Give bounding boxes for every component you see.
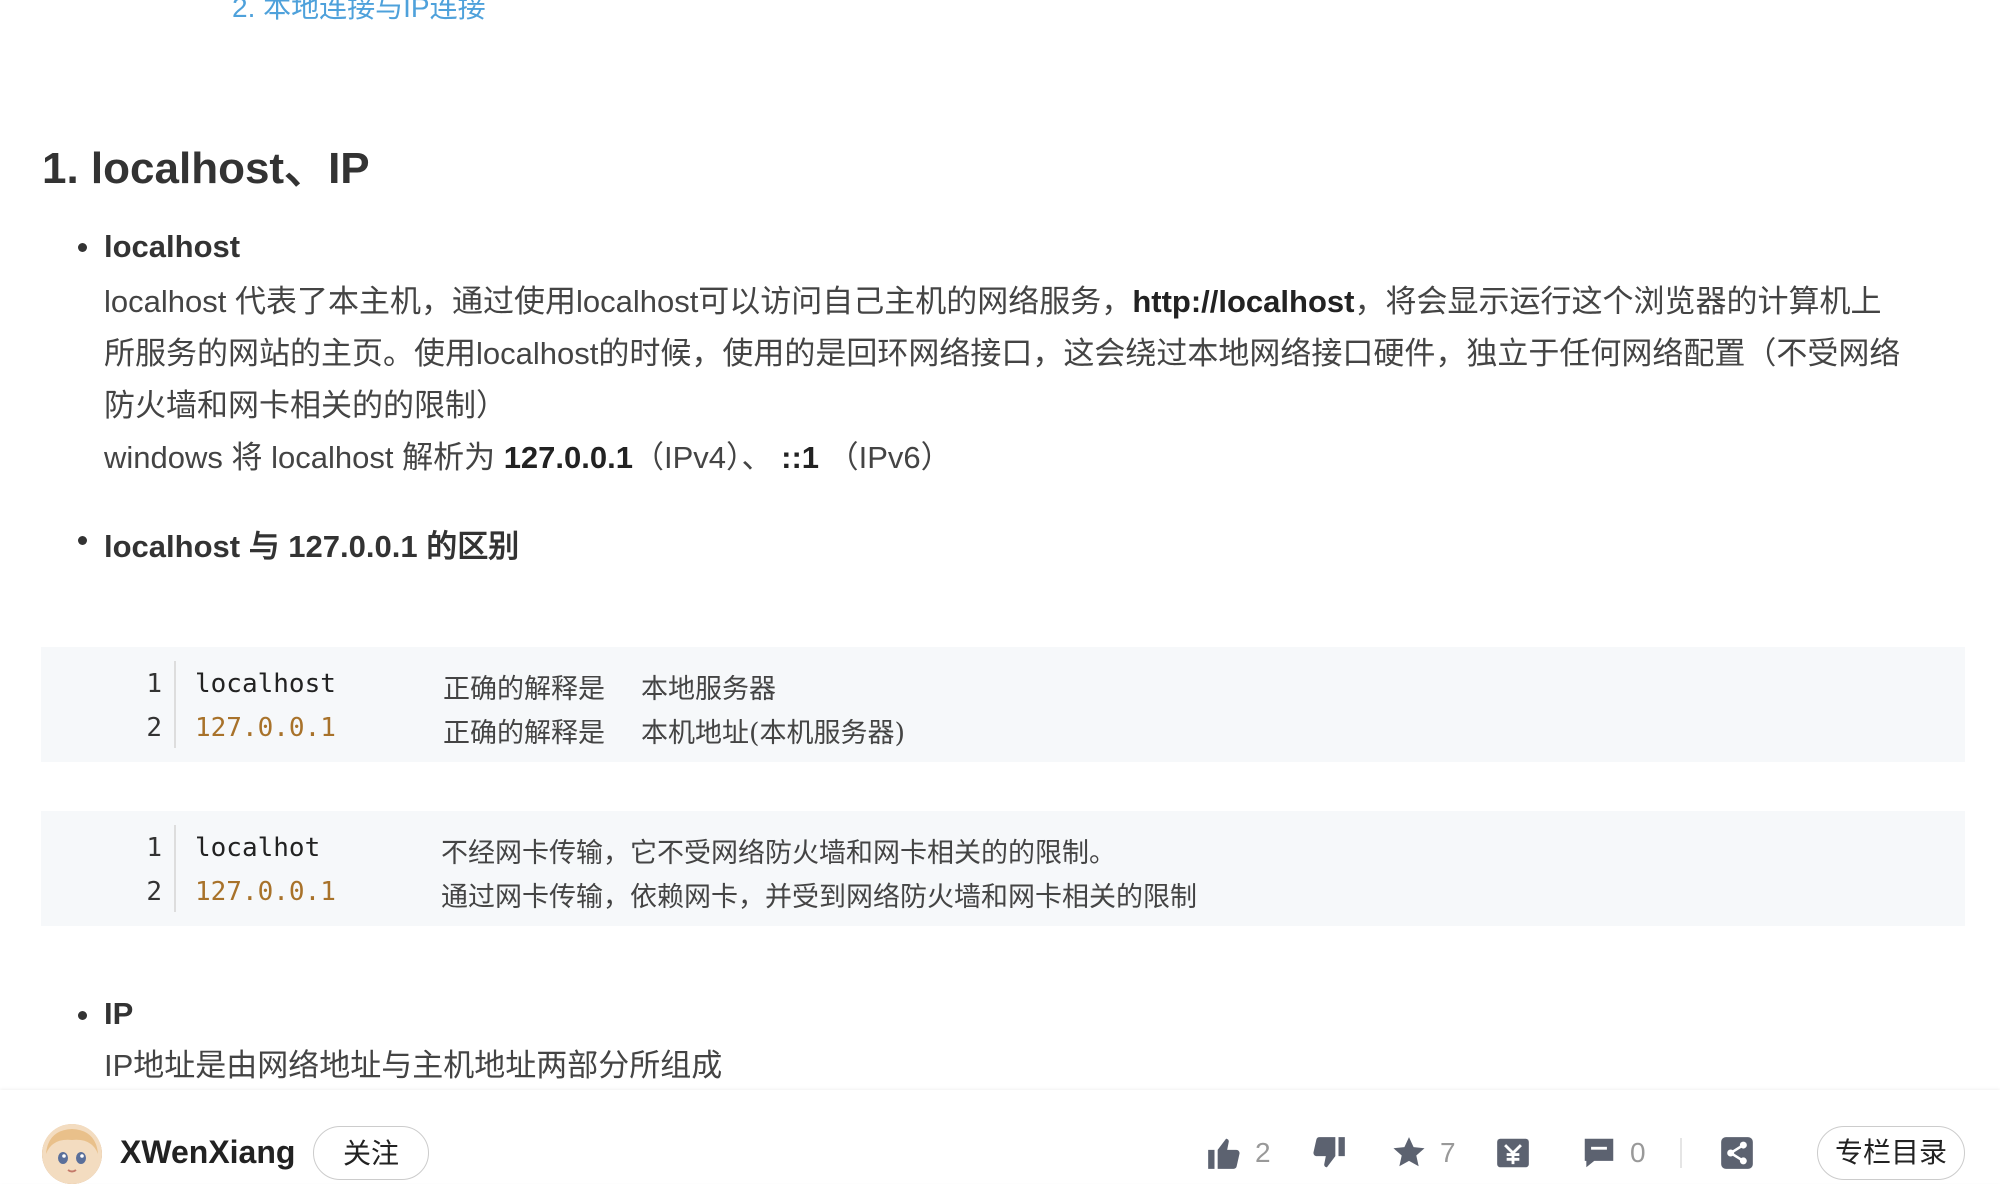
code-number: 127.0.0.1 (195, 713, 336, 743)
share-icon (1721, 1137, 1753, 1169)
like-button[interactable]: 2 (1205, 1133, 1271, 1173)
code-token: localhost (195, 669, 336, 699)
list-item-title-ip: IP (104, 996, 134, 1031)
code-number: 127.0.0.1 (195, 877, 336, 907)
favorite-count: 7 (1440, 1137, 1456, 1168)
bullet-dot (78, 1011, 87, 1020)
favorite-button[interactable]: 7 (1390, 1133, 1456, 1173)
reward-button[interactable] (1494, 1133, 1532, 1173)
line-number: 2 (146, 877, 162, 907)
ip-description: IP地址是由网络地址与主机地址两部分所组成 (104, 1048, 723, 1083)
list-item-title-localhost: localhost (104, 229, 241, 264)
code-block-1: 1 localhost 正确的解释是 本地服务器 2 127.0.0.1 正确的… (41, 647, 1965, 762)
star-icon (1393, 1137, 1425, 1167)
author-name[interactable]: XWenXiang (120, 1134, 295, 1171)
code-gutter-divider (174, 825, 176, 912)
code-comment: 本机地址(本机服务器) (641, 718, 906, 749)
thumbs-down-icon (1313, 1137, 1345, 1168)
localhost-url: http://localhost (1132, 284, 1355, 319)
code-comment: 不经网卡传输，它不受网络防火墙和网卡相关的的限制。 (441, 838, 1116, 869)
comment-count: 0 (1630, 1137, 1646, 1168)
code-comment: 正确的解释是 (443, 674, 605, 705)
dislike-button[interactable] (1310, 1133, 1348, 1173)
list-item-title-difference: localhost 与 127.0.0.1 的区别 (104, 529, 520, 564)
code-token: localhot (195, 833, 321, 863)
line-number: 1 (146, 833, 162, 863)
toolbar-divider (1680, 1138, 1682, 1168)
code-gutter-divider (174, 661, 176, 748)
avatar-image (42, 1124, 102, 1184)
comment-button[interactable]: 0 (1580, 1133, 1646, 1173)
code-block-2: 1 localhot 不经网卡传输，它不受网络防火墙和网卡相关的的限制。 2 1… (41, 811, 1965, 926)
code-comment: 本地服务器 (641, 674, 776, 705)
column-catalog-button[interactable]: 专栏目录 (1817, 1126, 1965, 1180)
share-button[interactable] (1718, 1133, 1756, 1173)
code-comment: 正确的解释是 (443, 718, 605, 749)
article-content: 2. 本地连接与IP连接 1. localhost、IP localhost l… (0, 0, 2000, 1090)
line-number: 2 (146, 713, 162, 743)
bottom-toolbar (0, 1090, 2000, 1183)
follow-button[interactable]: 关注 (313, 1126, 429, 1180)
toc-item-2[interactable]: 2. 本地连接与IP连接 (232, 0, 486, 26)
section-heading: 1. localhost、IP (42, 144, 370, 193)
bullet-dot (78, 243, 87, 252)
avatar[interactable] (42, 1124, 102, 1184)
thumbs-up-icon (1208, 1138, 1240, 1169)
localhost-description: localhost 代表了本主机，通过使用localhost可以访问自己主机的网… (104, 284, 1901, 475)
yuan-icon (1497, 1138, 1529, 1168)
line-number: 1 (146, 669, 162, 699)
bullet-dot (78, 536, 87, 545)
code-comment: 通过网卡传输，依赖网卡，并受到网络防火墙和网卡相关的限制 (441, 882, 1197, 913)
like-count: 2 (1255, 1137, 1271, 1168)
comment-icon (1584, 1138, 1614, 1168)
